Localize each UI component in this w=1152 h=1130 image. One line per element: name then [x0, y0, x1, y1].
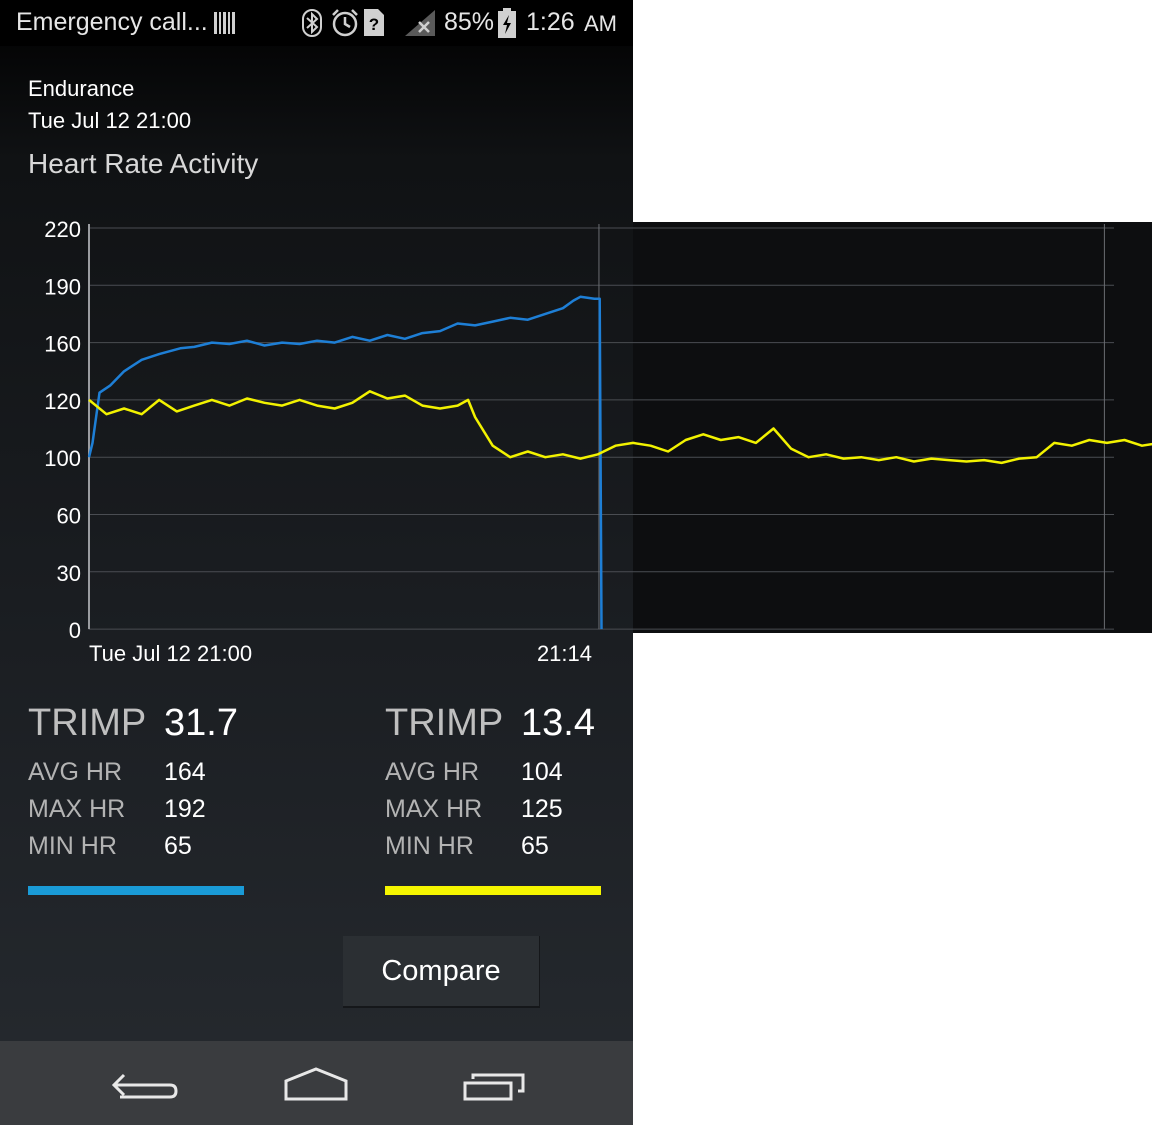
trimp-value: 31.7: [164, 702, 238, 744]
heart-rate-chart: 220 190 160 120 100 60 30 0 Tue Jul 12 21:00 21:1…: [44, 217, 1152, 666]
x-tick-label: Tue Jul 12 21:00: [89, 641, 252, 666]
min-hr-value: 65: [521, 832, 549, 860]
max-hr-value: 192: [164, 795, 206, 823]
y-tick-label: 220: [44, 217, 81, 242]
back-icon: [111, 1073, 178, 1099]
home-button[interactable]: [256, 1041, 376, 1125]
compare-button[interactable]: Compare: [343, 936, 540, 1008]
y-tick-label: 30: [57, 561, 81, 586]
series-line-1: [88, 390, 1152, 465]
avg-hr-value: 164: [164, 758, 206, 786]
y-tick-label: 60: [57, 504, 81, 529]
stats-panel-yellow: TRIMP 13.4 AVG HR 104 MAX HR 125 MIN HR …: [385, 700, 601, 895]
min-hr-label: MIN HR: [385, 832, 474, 860]
series-color-bar: [385, 886, 601, 895]
trimp-value: 13.4: [521, 702, 595, 744]
min-hr-value: 65: [164, 832, 192, 860]
series-line-0: [87, 295, 603, 630]
max-hr-value: 125: [521, 795, 563, 823]
series-color-bar: [28, 886, 244, 895]
y-tick-label: 0: [69, 618, 81, 643]
y-tick-label: 120: [44, 389, 81, 414]
recent-apps-button[interactable]: [434, 1041, 554, 1125]
min-hr-label: MIN HR: [28, 832, 117, 860]
x-tick-label: 21:14: [537, 641, 592, 666]
home-icon: [284, 1067, 348, 1101]
max-hr-label: MAX HR: [28, 795, 126, 823]
recent-apps-icon: [463, 1073, 525, 1101]
y-tick-label: 160: [44, 332, 81, 357]
trimp-label: TRIMP: [385, 702, 504, 744]
max-hr-label: MAX HR: [385, 795, 483, 823]
avg-hr-label: AVG HR: [385, 758, 479, 786]
back-button[interactable]: [80, 1041, 200, 1125]
avg-hr-label: AVG HR: [28, 758, 122, 786]
stats-panel-blue: TRIMP 31.7 AVG HR 164 MAX HR 192 MIN HR …: [28, 700, 244, 895]
navigation-bar: [0, 1041, 633, 1125]
y-tick-label: 100: [44, 446, 81, 471]
y-tick-label: 190: [44, 274, 81, 299]
avg-hr-value: 104: [521, 758, 563, 786]
trimp-label: TRIMP: [28, 702, 147, 744]
